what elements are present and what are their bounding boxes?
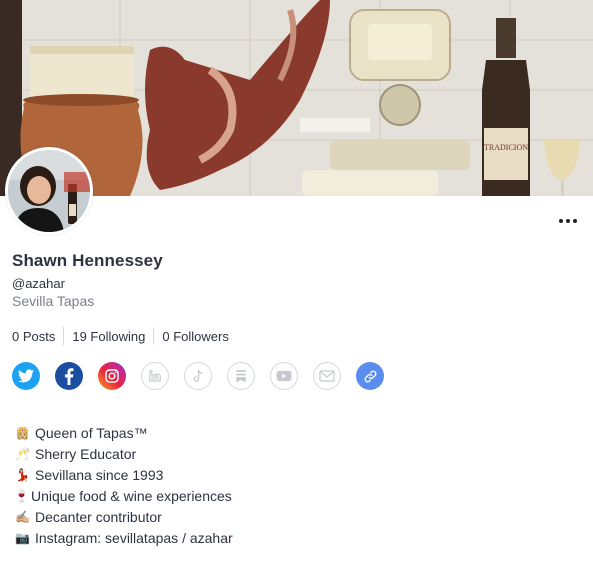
instagram-icon — [105, 369, 119, 383]
cover-photo: TRADICION — [0, 0, 593, 196]
more-options-button[interactable] — [553, 209, 583, 233]
bio-text: Sevillana since 1993 — [35, 467, 164, 483]
substack-icon — [236, 370, 246, 383]
princess-emoji-icon: 👸🏼 — [15, 426, 30, 440]
profile-handle: @azahar — [12, 276, 65, 291]
stat-divider — [63, 327, 65, 345]
champagne-glasses-emoji-icon: 🥂 — [15, 447, 30, 461]
bio-line: 📷 Instagram: sevillatapas / azahar — [14, 528, 233, 549]
profile-stats: 0 Posts 19 Following 0 Followers — [12, 326, 229, 346]
instagram-link[interactable] — [98, 362, 126, 390]
cover-photo-illustration: TRADICION — [0, 0, 593, 196]
facebook-icon — [64, 367, 74, 385]
bio-line: 🍷 Unique food & wine experiences — [14, 486, 233, 507]
linkedin-icon — [149, 369, 161, 382]
substack-link[interactable] — [227, 362, 255, 390]
bio-text: Queen of Tapas™ — [35, 425, 148, 441]
email-icon — [319, 370, 335, 382]
youtube-link[interactable] — [270, 362, 298, 390]
camera-emoji-icon: 📷 — [15, 531, 30, 545]
profile-name: Shawn Hennessey — [12, 251, 163, 270]
bottle-label: TRADICION — [484, 143, 528, 152]
bio-text: Decanter contributor — [35, 509, 162, 525]
stat-divider — [153, 327, 155, 345]
more-dot — [573, 219, 577, 223]
link-icon — [364, 370, 376, 382]
avatar-photo — [8, 150, 90, 232]
bio-text: Unique food & wine experiences — [31, 488, 232, 504]
bio-text: Sherry Educator — [35, 446, 137, 462]
twitter-link[interactable] — [12, 362, 40, 390]
dancer-emoji-icon: 💃🏻 — [15, 468, 30, 482]
website-link[interactable] — [356, 362, 384, 390]
email-link[interactable] — [313, 362, 341, 390]
bio-line: 👸🏼 Queen of Tapas™ — [14, 423, 233, 444]
bio-line: 💃🏻 Sevillana since 1993 — [14, 465, 233, 486]
writing-hand-emoji-icon: ✍🏼 — [15, 510, 30, 524]
stat-followers[interactable]: 0 Followers — [162, 329, 228, 344]
twitter-icon — [18, 369, 34, 383]
profile-bio: 👸🏼 Queen of Tapas™ 🥂 Sherry Educator 💃🏻 … — [14, 423, 233, 549]
tiktok-link[interactable] — [184, 362, 212, 390]
stat-following[interactable]: 19 Following — [72, 329, 145, 344]
linkedin-link[interactable] — [141, 362, 169, 390]
facebook-link[interactable] — [55, 362, 83, 390]
bio-text: Instagram: sevillatapas / azahar — [35, 530, 233, 546]
more-dot — [559, 219, 563, 223]
wine-glass-emoji-icon: 🍷 — [14, 489, 29, 503]
tiktok-icon — [193, 369, 203, 382]
avatar[interactable] — [5, 147, 93, 235]
profile-location: Sevilla Tapas — [12, 293, 95, 309]
youtube-icon — [276, 370, 292, 382]
social-links — [12, 362, 384, 390]
bio-line: 🥂 Sherry Educator — [14, 444, 233, 465]
bio-line: ✍🏼 Decanter contributor — [14, 507, 233, 528]
stat-posts[interactable]: 0 Posts — [12, 329, 55, 344]
more-dot — [566, 219, 570, 223]
